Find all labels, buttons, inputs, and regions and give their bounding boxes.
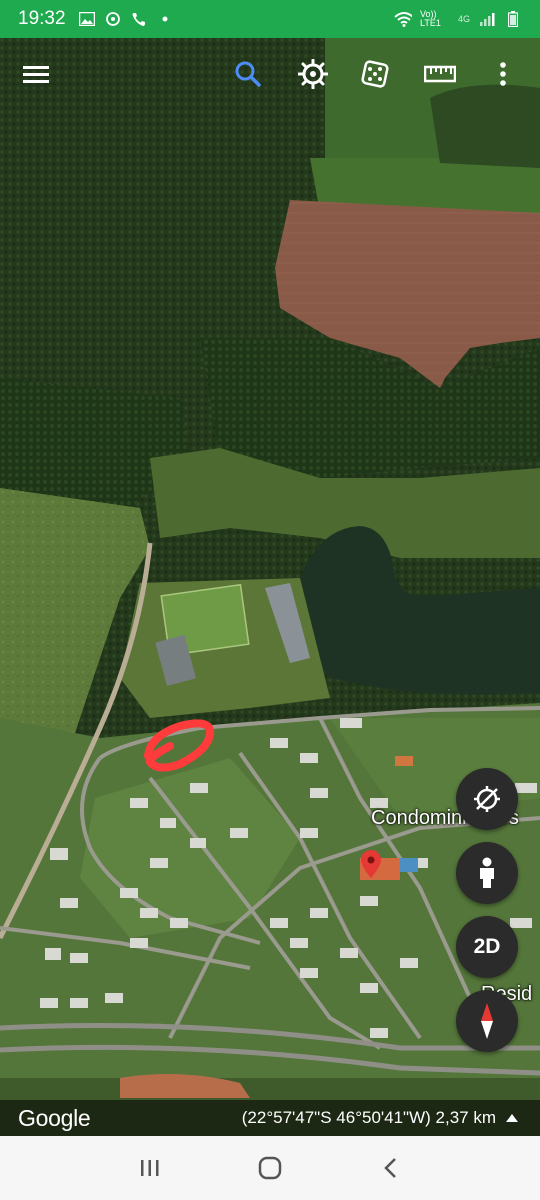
random-dice-icon[interactable] [353, 52, 397, 96]
network-label: Vo)) LTE1 [419, 9, 441, 28]
tilt-off-icon [474, 786, 500, 812]
measure-ruler-icon[interactable] [418, 52, 462, 96]
signal-icon [478, 10, 496, 28]
sync-icon [104, 10, 122, 28]
2d-toggle-button[interactable]: 2D [456, 916, 518, 978]
menu-icon[interactable] [14, 52, 58, 96]
status-bar: 19:32 Vo)) LTE1 4G [0, 0, 540, 38]
network-gen: 4G [457, 14, 470, 24]
status-time: 19:32 [18, 8, 66, 29]
back-icon[interactable] [370, 1148, 410, 1188]
recent-apps-icon[interactable] [130, 1148, 170, 1188]
gallery-icon [78, 10, 96, 28]
voyager-icon[interactable] [291, 52, 335, 96]
compass-icon [481, 1003, 493, 1039]
map-terrain [0, 38, 540, 1136]
red-circle-annotation [144, 719, 215, 772]
dot-icon [156, 10, 174, 28]
coordinates-readout: (22°57'47"S 46°50'41"W) 2,37 km [241, 1108, 496, 1127]
more-icon[interactable] [481, 52, 525, 96]
map-toolbar [0, 38, 540, 110]
battery-icon [504, 10, 522, 28]
expand-caret-icon[interactable] [506, 1114, 518, 1122]
wifi-icon [394, 10, 412, 28]
home-icon[interactable] [250, 1148, 290, 1188]
tilt-off-button[interactable] [456, 768, 518, 830]
compass-button[interactable] [456, 990, 518, 1052]
system-nav-bar [0, 1136, 540, 1200]
location-pin-icon[interactable] [360, 849, 382, 879]
search-icon[interactable] [226, 52, 270, 96]
map-info-bar: Google (22°57'47"S 46°50'41"W) 2,37 km [0, 1100, 540, 1136]
street-view-button[interactable] [456, 842, 518, 904]
google-logo: Google [18, 1104, 91, 1131]
phone-icon [130, 10, 148, 28]
pegman-icon [480, 857, 494, 888]
satellite-map[interactable] [0, 38, 540, 1136]
